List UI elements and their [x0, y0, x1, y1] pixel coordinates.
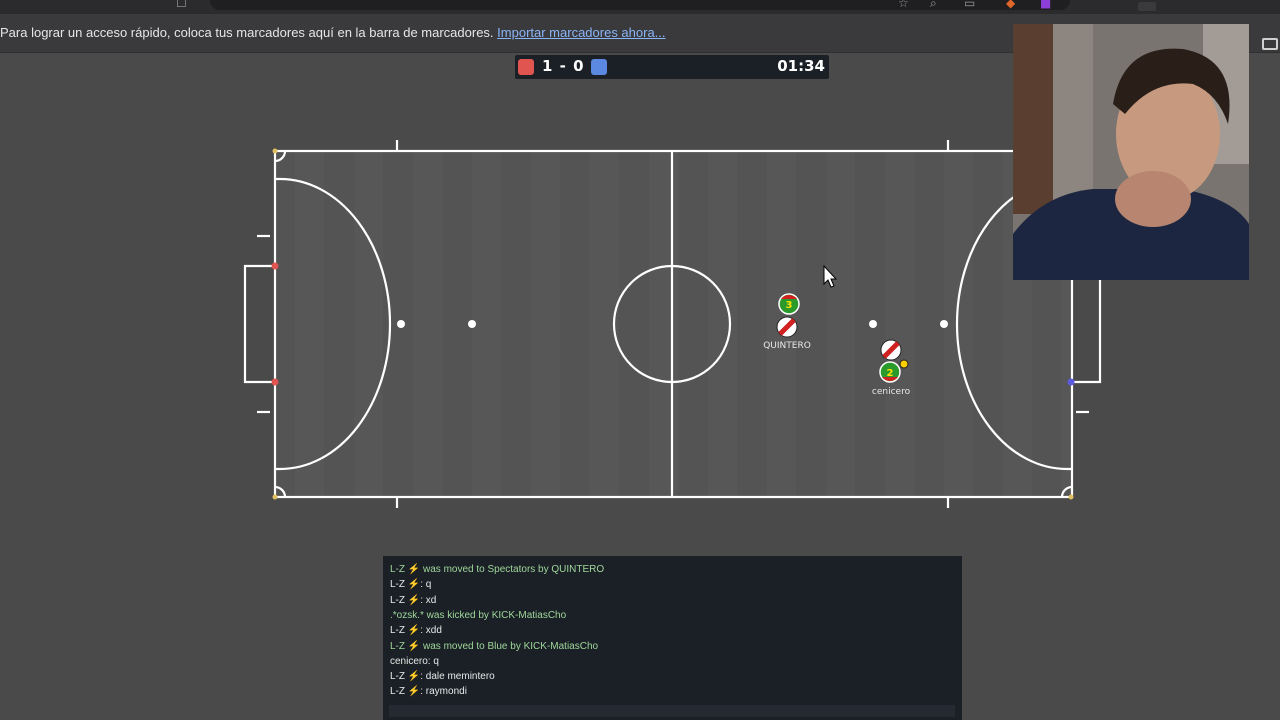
chat-input[interactable]	[389, 705, 955, 717]
corner-mark-tl	[272, 148, 278, 154]
chat-message: L-Z ⚡: raymondi	[390, 686, 467, 698]
second-spot-right	[869, 320, 877, 328]
player-name: QUINTERO	[763, 341, 811, 351]
scoreboard: 1 - 0 01:34	[515, 55, 829, 79]
webcam-image	[1013, 24, 1249, 280]
blue-post-bottom	[1067, 378, 1075, 386]
chat-message: .*ozsk.* was kicked by KICK-MatiasCho	[390, 609, 567, 621]
player-name: cenicero	[872, 387, 911, 397]
ball	[899, 359, 909, 369]
chat-message: L-Z ⚡ was moved to Blue by KICK-MatiasCh…	[390, 640, 599, 652]
pitch	[275, 151, 1072, 497]
red-post-bottom	[271, 378, 279, 386]
red-score: 1	[542, 57, 554, 75]
match-clock: 01:34	[777, 57, 825, 75]
penalty-spot-left	[397, 320, 405, 328]
second-spot-left	[468, 320, 476, 328]
score-text: 1 - 0	[542, 57, 585, 75]
chat-message: L-Z ⚡ was moved to Spectators by QUINTER…	[390, 564, 605, 575]
blue-team-square	[591, 59, 607, 75]
score-separator: -	[559, 57, 567, 75]
webcam-overlay	[1013, 24, 1249, 280]
red-team-square	[518, 59, 534, 75]
player-number: 2	[887, 368, 894, 379]
chat-message: L-Z ⚡: q	[390, 579, 432, 591]
chat-message: L-Z ⚡: xd	[390, 594, 437, 606]
red-post-top	[271, 262, 279, 270]
chat-message: L-Z ⚡: xdd	[390, 625, 442, 637]
corner-mark-br	[1068, 494, 1074, 500]
player-number: 3	[786, 300, 793, 311]
chat-message: cenicero: q	[390, 655, 439, 667]
left-goal	[243, 264, 275, 384]
chat-message: L-Z ⚡: dale memintero	[390, 671, 495, 683]
blue-score: 0	[573, 57, 585, 75]
penalty-spot-right	[940, 320, 948, 328]
chat-panel: L-Z ⚡ was moved to Spectators by QUINTER…	[383, 556, 962, 720]
right-goal	[1072, 264, 1102, 384]
corner-mark-bl	[272, 494, 278, 500]
